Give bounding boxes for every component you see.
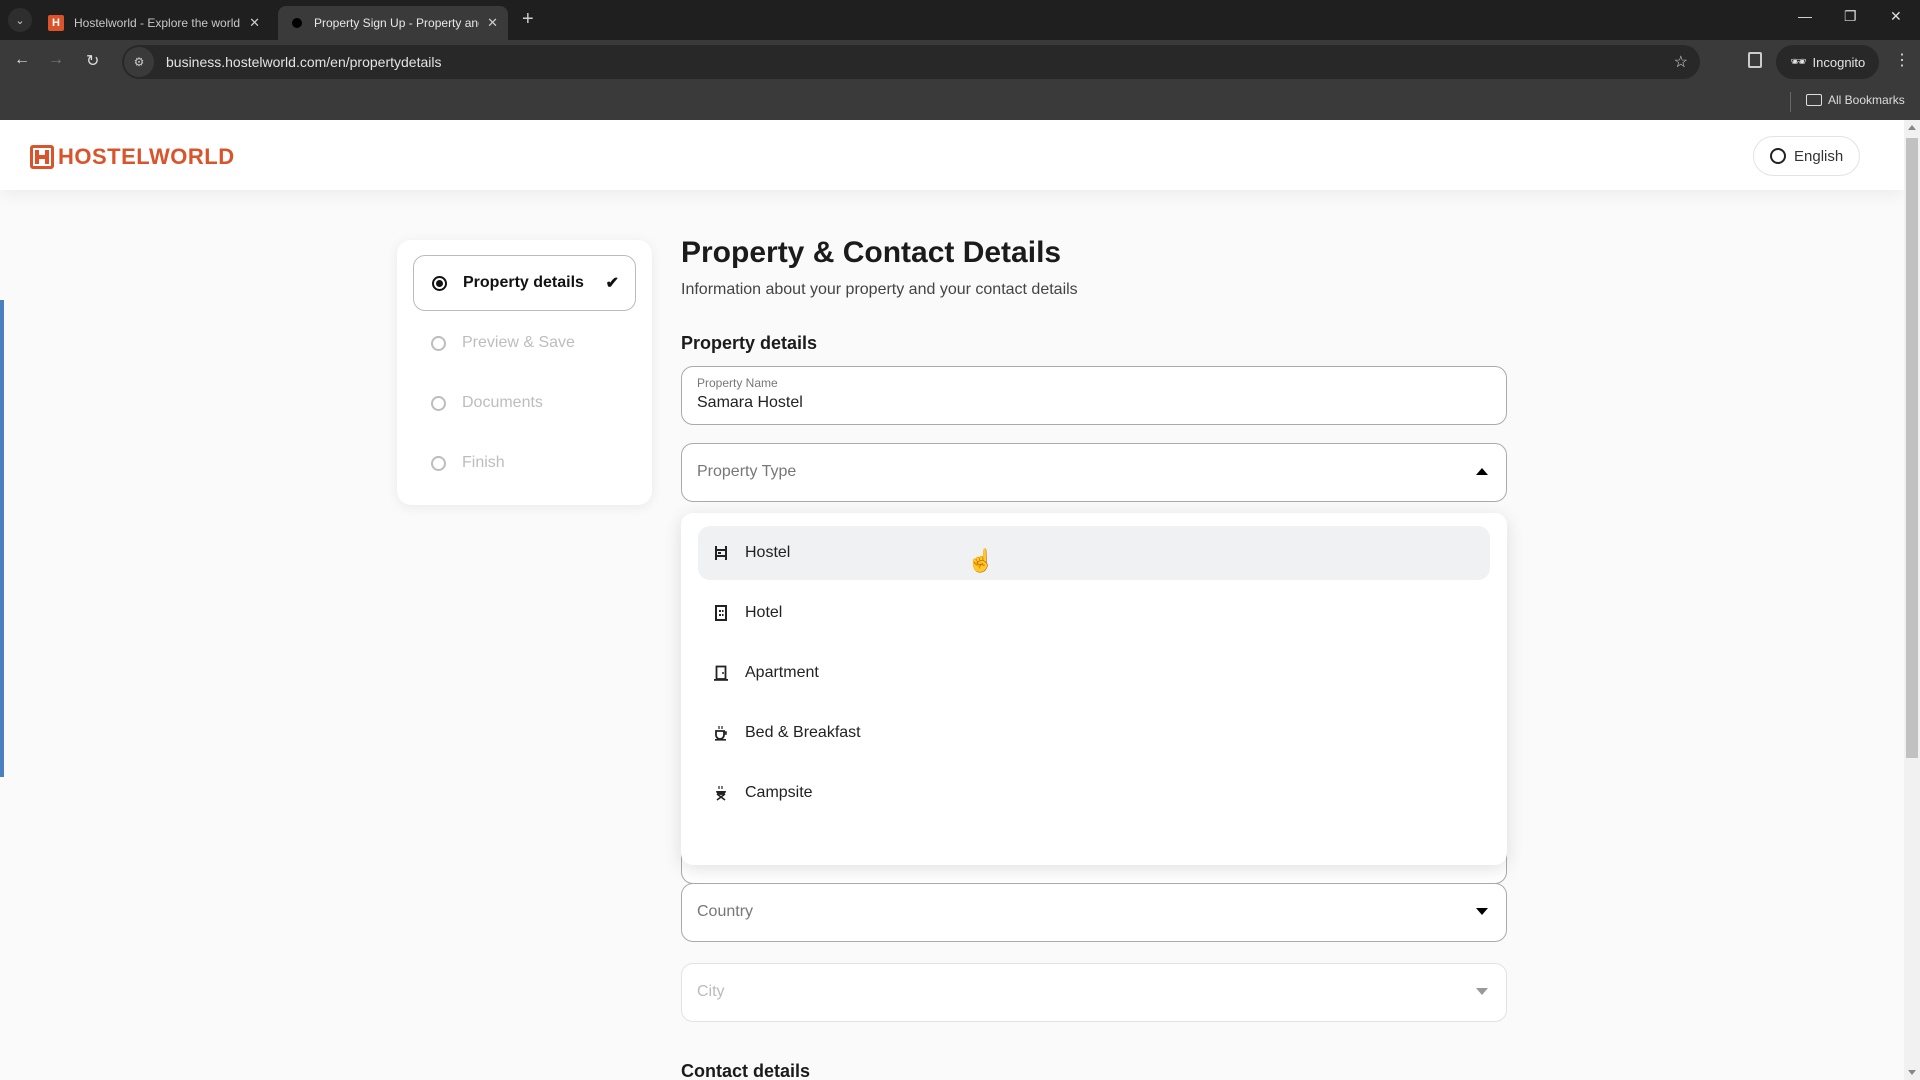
property-type-dropdown: Hostel Hotel Apartment Bed & Breakfast C… [681,513,1507,865]
country-select[interactable]: Country [681,883,1507,942]
option-campsite[interactable]: Campsite [698,766,1490,820]
caret-down-icon [1476,988,1488,995]
property-details-heading: Property details [681,333,818,353]
scrollbar-thumb[interactable] [1906,138,1918,758]
bookmarks-bar: All Bookmarks [0,84,1920,120]
incognito-icon: 🕶 [1790,54,1807,69]
side-panel-icon[interactable] [1748,52,1762,68]
property-name-field[interactable]: Property Name Samara Hostel [681,366,1507,425]
step-radio-icon [431,395,446,411]
door-icon [714,665,728,681]
bookmark-star-icon[interactable]: ☆ [1674,52,1688,72]
bunk-bed-icon [715,546,727,560]
option-label: Campsite [745,784,813,801]
country-placeholder: Country [697,903,754,920]
browser-toolbar: ← → ↻ ⚙ business.hostelworld.com/en/prop… [0,40,1920,84]
scroll-up-arrow-icon[interactable] [1908,125,1916,130]
step-finish[interactable]: Finish [413,435,636,491]
incognito-badge[interactable]: 🕶 Incognito [1776,45,1880,79]
contact-details-heading: Contact details [681,1061,811,1080]
option-hostel[interactable]: Hostel [698,526,1490,580]
option-label: Apartment [745,664,819,681]
caret-up-icon[interactable] [1476,468,1488,475]
option-label: Bed & Breakfast [745,724,861,741]
hostelworld-logo-icon [30,145,54,169]
scroll-down-arrow-icon[interactable] [1908,1070,1916,1075]
address-bar[interactable]: ⚙ business.hostelworld.com/en/propertyde… [122,45,1700,79]
loading-favicon-icon [292,18,302,28]
option-label: Hostel [745,544,791,561]
bookmarks-divider [1790,92,1791,112]
site-info-icon[interactable]: ⚙ [124,47,154,77]
city-select[interactable]: City [681,963,1507,1022]
minimize-icon[interactable]: — [1798,8,1812,24]
option-bed-breakfast[interactable]: Bed & Breakfast [698,706,1490,760]
step-radio-icon [431,455,446,471]
tab-title: Hostelworld - Explore the world [74,16,241,30]
step-preview-save[interactable]: Preview & Save [413,315,636,371]
step-radio-icon [432,275,447,291]
page-viewport: HOSTELWORLD English Property details ✔ P… [0,120,1904,1080]
coffee-cup-icon [715,726,727,741]
option-label: Hotel [745,604,783,621]
property-name-value[interactable]: Samara Hostel [697,394,803,412]
checkmark-icon: ✔ [605,275,619,292]
tab-title: Property Sign Up - Property and [314,16,480,30]
restore-icon[interactable]: ❐ [1844,8,1857,25]
browser-tab-bar: ⌄ H Hostelworld - Explore the world ✕ Pr… [0,0,1920,40]
incognito-label: Incognito [1812,54,1866,70]
signup-steps-panel: Property details ✔ Preview & Save Docume… [397,240,652,505]
property-name-label: Property Name [697,376,778,390]
close-window-icon[interactable]: ✕ [1890,8,1902,25]
city-placeholder: City [697,983,725,1000]
step-label: Finish [462,454,505,471]
browser-tab-property-signup[interactable]: Property Sign Up - Property and ✕ [278,6,508,40]
url-text[interactable]: business.hostelworld.com/en/propertydeta… [166,54,441,70]
page-subtitle: Information about your property and your… [681,281,1078,298]
browser-menu-icon[interactable]: ⋮ [1894,50,1910,70]
language-label: English [1794,147,1844,165]
caret-down-icon[interactable] [1476,908,1488,915]
option-hotel[interactable]: Hotel [698,586,1490,640]
close-tab-icon[interactable]: ✕ [249,15,260,31]
globe-icon [1770,148,1786,164]
option-apartment[interactable]: Apartment [698,646,1490,700]
property-type-placeholder: Property Type [697,463,797,480]
all-bookmarks-label: All Bookmarks [1828,93,1905,107]
logo-text: HOSTELWORLD [58,144,235,169]
all-bookmarks-button[interactable]: All Bookmarks [1806,93,1905,107]
browser-tab-hostelworld[interactable]: H Hostelworld - Explore the world ✕ [38,6,270,40]
building-icon [715,605,727,621]
hostelworld-logo[interactable]: HOSTELWORLD [30,144,235,170]
tab-search-button[interactable]: ⌄ [8,8,32,32]
page-title: Property & Contact Details [681,236,1062,269]
step-label: Documents [462,394,543,411]
back-icon[interactable]: ← [14,51,30,69]
step-property-details[interactable]: Property details ✔ [413,255,636,311]
site-header: HOSTELWORLD English [0,120,1904,190]
hostelworld-favicon-icon: H [48,15,64,31]
step-documents[interactable]: Documents [413,375,636,431]
campfire-grill-icon [716,786,726,801]
reload-icon[interactable]: ↻ [86,51,99,71]
page-scrollbar[interactable] [1904,120,1920,1080]
step-radio-icon [431,335,446,351]
left-accent-bar [0,300,4,777]
new-tab-button[interactable]: + [522,8,534,31]
forward-icon[interactable]: → [48,51,64,69]
close-tab-icon[interactable]: ✕ [487,15,498,31]
language-selector[interactable]: English [1753,136,1861,176]
folder-icon [1806,94,1822,106]
hand-pointer-cursor-icon: ☝ [967,548,995,573]
step-label: Property details [463,274,584,291]
property-type-select[interactable]: Property Type [681,443,1507,502]
step-label: Preview & Save [462,334,575,351]
